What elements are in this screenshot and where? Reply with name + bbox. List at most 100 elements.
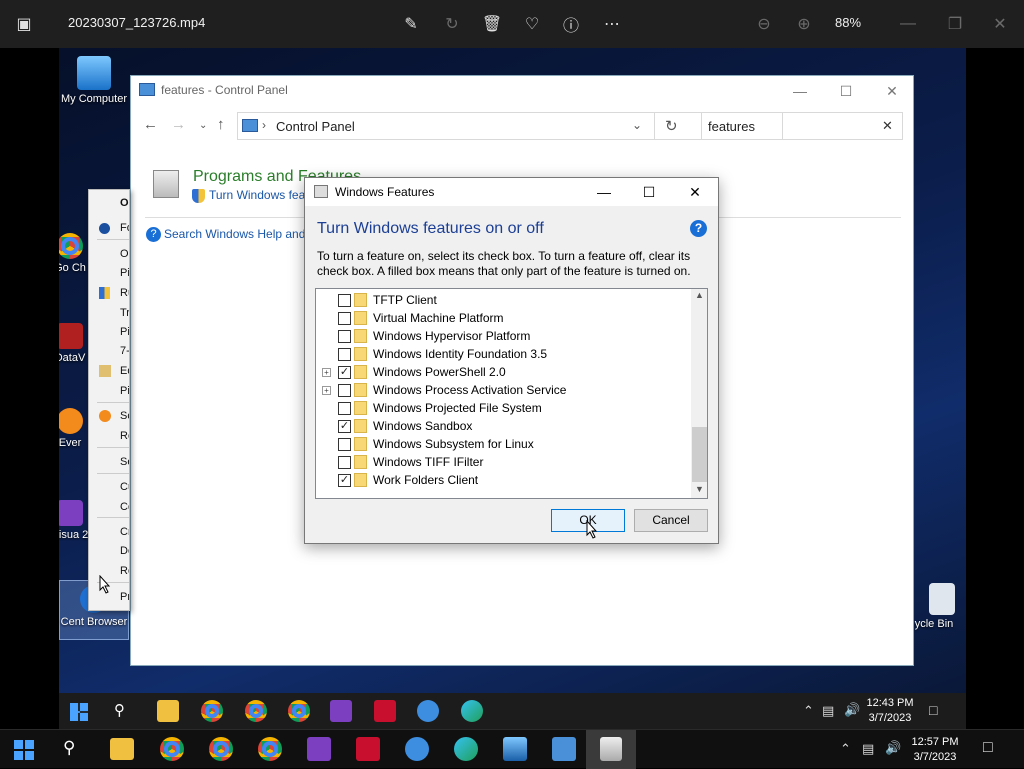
help-icon[interactable]: ? <box>690 220 707 237</box>
expand-icon[interactable]: + <box>322 368 331 377</box>
search-icon[interactable]: ⚲ <box>63 738 75 758</box>
feature-checkbox[interactable]: ✓ <box>338 474 351 487</box>
photos-icon[interactable] <box>503 737 527 761</box>
close-icon[interactable]: ✕ <box>680 181 710 203</box>
network-status-icon[interactable]: ▤ <box>822 703 834 719</box>
feature-checkbox[interactable] <box>338 294 351 307</box>
feature-checkbox[interactable]: ✓ <box>338 420 351 433</box>
menu-item[interactable]: Tro <box>120 307 129 319</box>
screen-recorder-icon[interactable] <box>356 737 380 761</box>
chevron-up-icon[interactable]: ⌃ <box>803 703 814 719</box>
menu-item[interactable]: Pr <box>120 591 129 603</box>
menu-item[interactable]: Fo <box>120 222 129 234</box>
back-icon[interactable]: ← <box>143 116 158 133</box>
menu-item[interactable]: Op <box>120 248 129 260</box>
expand-icon[interactable]: + <box>322 386 331 395</box>
edge-icon[interactable] <box>461 700 483 722</box>
network-icon[interactable] <box>405 737 429 761</box>
feature-row[interactable]: Windows Subsystem for Linux <box>316 435 691 453</box>
feature-row[interactable]: Windows Hypervisor Platform <box>316 327 691 345</box>
feature-row[interactable]: ✓ Windows Sandbox <box>316 417 691 435</box>
notifications-icon[interactable]: □ <box>983 739 993 757</box>
menu-item[interactable]: De <box>120 545 129 557</box>
feature-row[interactable]: Windows Projected File System <box>316 399 691 417</box>
feature-row[interactable]: Virtual Machine Platform <box>316 309 691 327</box>
menu-item[interactable]: Cr <box>120 526 129 538</box>
search-icon[interactable]: ⚲ <box>114 701 125 719</box>
chrome-icon[interactable] <box>201 700 223 722</box>
search-help-link[interactable]: Search Windows Help and <box>164 227 305 241</box>
edit-icon[interactable]: ✎ <box>399 12 423 36</box>
minimize-icon[interactable]: — <box>785 80 815 102</box>
control-panel-icon[interactable] <box>552 737 576 761</box>
notifications-icon[interactable]: □ <box>929 702 937 718</box>
scroll-thumb[interactable] <box>692 427 707 482</box>
favorite-icon[interactable]: ♡ <box>520 12 544 36</box>
host-clock[interactable]: 12:57 PM 3/7/2023 <box>908 735 962 765</box>
close-icon[interactable]: ✕ <box>877 80 907 102</box>
menu-item[interactable]: Se <box>120 456 129 468</box>
windows-features-icon[interactable] <box>600 737 622 761</box>
feature-checkbox[interactable] <box>338 438 351 451</box>
chrome-icon[interactable] <box>288 700 310 722</box>
menu-item[interactable]: Pi <box>120 326 129 338</box>
recent-locations-icon[interactable]: ⌄ <box>199 120 207 131</box>
zoom-out-icon[interactable]: ⊖ <box>752 12 776 36</box>
feature-row[interactable]: TFTP Client <box>316 291 691 309</box>
menu-item[interactable]: 7- <box>120 345 129 357</box>
menu-item[interactable]: Co <box>120 501 129 513</box>
turn-windows-features-link[interactable]: Turn Windows feat <box>209 188 309 202</box>
desktop-icon-my-computer[interactable]: My Computer <box>59 56 129 105</box>
chrome-icon[interactable] <box>160 737 184 761</box>
chrome-icon[interactable] <box>258 737 282 761</box>
minimize-icon[interactable]: — <box>589 181 619 203</box>
restore-icon[interactable]: ❐ <box>943 12 967 36</box>
menu-item[interactable]: Ed <box>120 365 129 377</box>
menu-item[interactable]: Re <box>120 430 129 442</box>
forward-icon[interactable]: → <box>171 116 186 133</box>
features-tree[interactable]: TFTP Client Virtual Machine Platform Windo… <box>315 288 708 499</box>
volume-icon[interactable]: 🔊 <box>885 740 901 756</box>
rotate-icon[interactable]: ↻ <box>440 12 464 36</box>
refresh-icon[interactable]: ↻ <box>665 117 678 135</box>
chevron-down-icon[interactable]: ⌄ <box>632 118 642 132</box>
menu-item[interactable]: Cu <box>120 481 129 493</box>
photo-app-icon[interactable]: ▣ <box>12 12 36 36</box>
zoom-level[interactable]: 88% <box>835 15 861 30</box>
menu-item[interactable]: Pi <box>120 267 129 279</box>
feature-checkbox[interactable]: ✓ <box>338 366 351 379</box>
cancel-button[interactable]: Cancel <box>634 509 708 532</box>
maximize-icon[interactable]: ☐ <box>831 80 861 102</box>
feature-row[interactable]: + Windows Process Activation Service <box>316 381 691 399</box>
edge-icon[interactable] <box>454 737 478 761</box>
menu-item[interactable]: Sc <box>120 410 129 422</box>
volume-icon[interactable]: 🔊 <box>844 702 860 718</box>
scroll-down-icon[interactable]: ▼ <box>691 484 707 494</box>
clear-search-icon[interactable]: ✕ <box>882 118 893 134</box>
network-icon[interactable] <box>417 700 439 722</box>
breadcrumb[interactable]: Control Panel <box>276 119 355 134</box>
feature-checkbox[interactable] <box>338 330 351 343</box>
scroll-up-icon[interactable]: ▲ <box>691 290 707 300</box>
visual-studio-icon[interactable] <box>330 700 352 722</box>
network-status-icon[interactable]: ▤ <box>862 741 874 757</box>
chrome-icon[interactable] <box>209 737 233 761</box>
zoom-in-icon[interactable]: ⊕ <box>792 12 816 36</box>
feature-checkbox[interactable] <box>338 402 351 415</box>
maximize-icon[interactable]: ☐ <box>634 181 664 203</box>
feature-checkbox[interactable] <box>338 456 351 469</box>
info-icon[interactable]: ⓘ <box>559 12 583 36</box>
start-icon[interactable] <box>70 703 88 721</box>
chrome-icon[interactable] <box>245 700 267 722</box>
feature-row[interactable]: Windows TIFF IFilter <box>316 453 691 471</box>
menu-item[interactable]: Ru <box>120 287 129 299</box>
screen-recorder-icon[interactable] <box>374 700 396 722</box>
visual-studio-icon[interactable] <box>307 737 331 761</box>
feature-checkbox[interactable] <box>338 348 351 361</box>
scrollbar[interactable]: ▲ ▼ <box>691 289 707 498</box>
close-icon[interactable]: ✕ <box>988 12 1012 36</box>
minimize-icon[interactable]: — <box>896 12 920 36</box>
chevron-up-icon[interactable]: ⌃ <box>840 741 851 757</box>
file-explorer-icon[interactable] <box>157 700 179 722</box>
feature-checkbox[interactable] <box>338 312 351 325</box>
